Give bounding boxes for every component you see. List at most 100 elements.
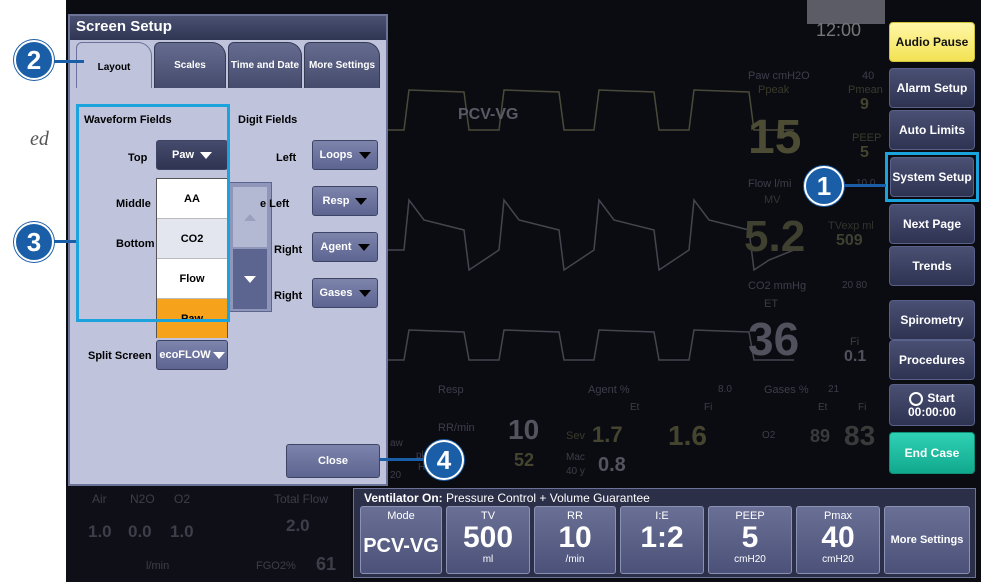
auto-limits-button[interactable]: Auto Limits — [889, 110, 975, 150]
audio-pause-button[interactable]: Audio Pause — [889, 22, 975, 62]
tab-layout[interactable]: Layout — [76, 42, 152, 92]
co2-fi-value: 0.1 — [844, 348, 867, 365]
total-flow-value: 2.0 — [286, 516, 310, 535]
tab-scales[interactable]: Scales — [154, 42, 226, 88]
waveform-label: PCV-VG — [458, 106, 519, 123]
vent-cell-value: 500 — [462, 521, 514, 554]
vent-ie-cell[interactable]: I:E 1:2 — [620, 506, 704, 574]
digit-row-label: Right — [274, 290, 303, 302]
resp-secondary-value: 52 — [514, 450, 535, 470]
alarm-setup-button[interactable]: Alarm Setup — [889, 68, 975, 108]
rr-value: 10 — [508, 414, 540, 445]
procedures-button[interactable]: Procedures — [889, 340, 975, 380]
digit-select-value: Gases — [319, 287, 353, 299]
end-case-button[interactable]: End Case — [889, 432, 975, 474]
vent-pmax-cell[interactable]: Pmax 40 cmH20 — [796, 506, 880, 574]
tvexp-value: 509 — [836, 232, 863, 249]
digit-row-label: Left — [276, 152, 297, 164]
waveform-fields-highlight — [76, 104, 230, 322]
vent-cell-value: 5 — [741, 521, 759, 554]
vent-cell-unit: /min — [565, 554, 585, 565]
vent-cell-title: Mode — [387, 510, 415, 522]
total-flow-label: Total Flow — [274, 492, 329, 506]
marker-4-line — [380, 458, 430, 461]
vent-peep-cell[interactable]: PEEP 5 cmH20 — [708, 506, 792, 574]
air-value: 1.0 — [88, 522, 112, 541]
ppeak-label: Ppeak — [758, 84, 790, 96]
n2o-value: 0.0 — [128, 522, 152, 541]
vent-mode-cell[interactable]: Mode PCV-VG — [360, 506, 442, 574]
fgo2-label: FGO2% — [256, 560, 296, 572]
trends-button[interactable]: Trends — [889, 246, 975, 286]
agent-fi-label: Fi — [704, 402, 713, 413]
close-button[interactable]: Close — [286, 444, 380, 478]
vent-tv-cell[interactable]: TV 500 ml — [446, 506, 530, 574]
digit-select-value: Loops — [319, 149, 353, 161]
agent-et-label: Et — [630, 402, 640, 413]
split-screen-select[interactable]: ecoFLOW — [156, 340, 228, 370]
sev-fi-value: 1.6 — [668, 420, 707, 451]
resp-title: Resp — [438, 384, 464, 396]
peep-value: 5 — [860, 144, 869, 161]
spirometry-button[interactable]: Spirometry — [889, 300, 975, 340]
pmean-value: 9 — [860, 96, 869, 113]
vent-cell-value: 40 — [821, 521, 855, 554]
chevron-down-icon — [244, 275, 256, 283]
gases-fi-label: Fi — [858, 402, 867, 413]
digit-middle-left-select[interactable]: Resp — [312, 186, 378, 216]
numeric-panel: Paw cmH2O 40 Ppeak Pmean 9 15 PEEP 5 Flo… — [744, 70, 884, 370]
co2-title: CO2 mmHg — [748, 280, 807, 292]
digit-left-select[interactable]: Loops — [312, 140, 378, 170]
tab-time-date[interactable]: Time and Date — [228, 42, 302, 88]
digit-select-value: Agent — [320, 241, 352, 253]
vent-rr-cell[interactable]: RR 10/min — [534, 506, 616, 574]
callout-marker-3: 3 — [14, 222, 54, 262]
flow-unit: l/min — [146, 560, 170, 572]
co2-et-label: ET — [764, 298, 779, 310]
vent-cell-unit: cmH20 — [734, 554, 766, 565]
stopwatch-icon — [909, 391, 924, 406]
mv-value: 5.2 — [744, 212, 806, 261]
paw-title: Paw cmH2O — [748, 70, 810, 82]
tab-more-settings[interactable]: More Settings — [304, 42, 380, 88]
rr-label: RR/min — [438, 422, 475, 434]
fgo2-value: 61 — [316, 554, 337, 574]
sev-et-value: 1.7 — [592, 422, 623, 447]
start-label: Start — [927, 391, 955, 405]
sev-label: Sev — [566, 430, 585, 442]
next-page-button[interactable]: Next Page — [889, 204, 975, 244]
callout-marker-4: 4 — [424, 440, 464, 480]
o2-flow-value: 1.0 — [170, 522, 194, 541]
vent-cell-value: PCV-VG — [363, 535, 439, 557]
agent-limit: 8.0 — [718, 384, 732, 395]
o2-label: O2 — [762, 430, 776, 441]
digit-row-label: Right — [274, 244, 303, 256]
dialog-title: Screen Setup — [70, 16, 386, 40]
chevron-up-icon — [244, 213, 256, 221]
start-timer-button[interactable]: Start 00:00:00 — [889, 384, 975, 426]
mv-label: MV — [764, 194, 781, 206]
system-setup-button[interactable]: System Setup — [890, 157, 974, 197]
paw-limit: 40 — [862, 70, 875, 82]
chevron-down-icon — [355, 197, 368, 205]
pmean-label: Pmean — [848, 84, 883, 96]
ventilator-status-label: Ventilator On: — [364, 491, 443, 505]
vent-cell-unit: cmH20 — [822, 554, 854, 565]
callout-marker-1: 1 — [804, 166, 844, 206]
scroll-down-button[interactable] — [233, 249, 267, 309]
mac-age: 40 y — [566, 466, 585, 477]
digit-bottom-right-select[interactable]: Gases — [312, 278, 378, 308]
waveform-traces — [384, 89, 794, 361]
vent-more-settings-button[interactable]: More Settings — [884, 506, 970, 574]
digit-select-value: Resp — [322, 195, 350, 207]
chevron-down-icon — [357, 243, 370, 251]
mac-value: 0.8 — [598, 454, 626, 476]
mac-label: Mac — [566, 452, 585, 463]
gases-et-label: Et — [818, 402, 828, 413]
n2o-label: N2O — [130, 492, 155, 506]
resp-aw-label: aw — [390, 438, 403, 449]
chevron-down-icon — [358, 289, 371, 297]
scroll-up-button[interactable] — [233, 187, 267, 247]
agent-title: Agent % — [588, 384, 630, 396]
digit-right-select[interactable]: Agent — [312, 232, 378, 262]
